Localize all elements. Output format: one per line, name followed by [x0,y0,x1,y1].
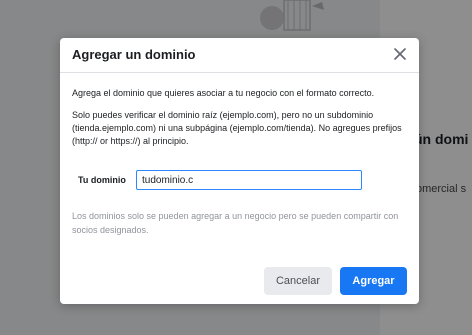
cancel-button[interactable]: Cancelar [264,267,332,295]
domain-field-label: Tu dominio [78,175,126,185]
domain-input[interactable] [136,170,362,190]
add-domain-dialog: Agregar un dominio Agrega el dominio que… [60,38,419,304]
dialog-title: Agregar un dominio [72,47,196,62]
add-button[interactable]: Agregar [340,267,407,295]
sharing-hint: Los dominios solo se pueden agregar a un… [72,211,399,235]
root-domain-note: Solo puedes verificar el dominio raíz (e… [72,110,402,146]
dialog-header: Agregar un dominio [60,38,419,73]
instructions-paragraph: Agrega el dominio que quieres asociar a … [72,88,375,98]
close-icon[interactable] [393,47,407,61]
